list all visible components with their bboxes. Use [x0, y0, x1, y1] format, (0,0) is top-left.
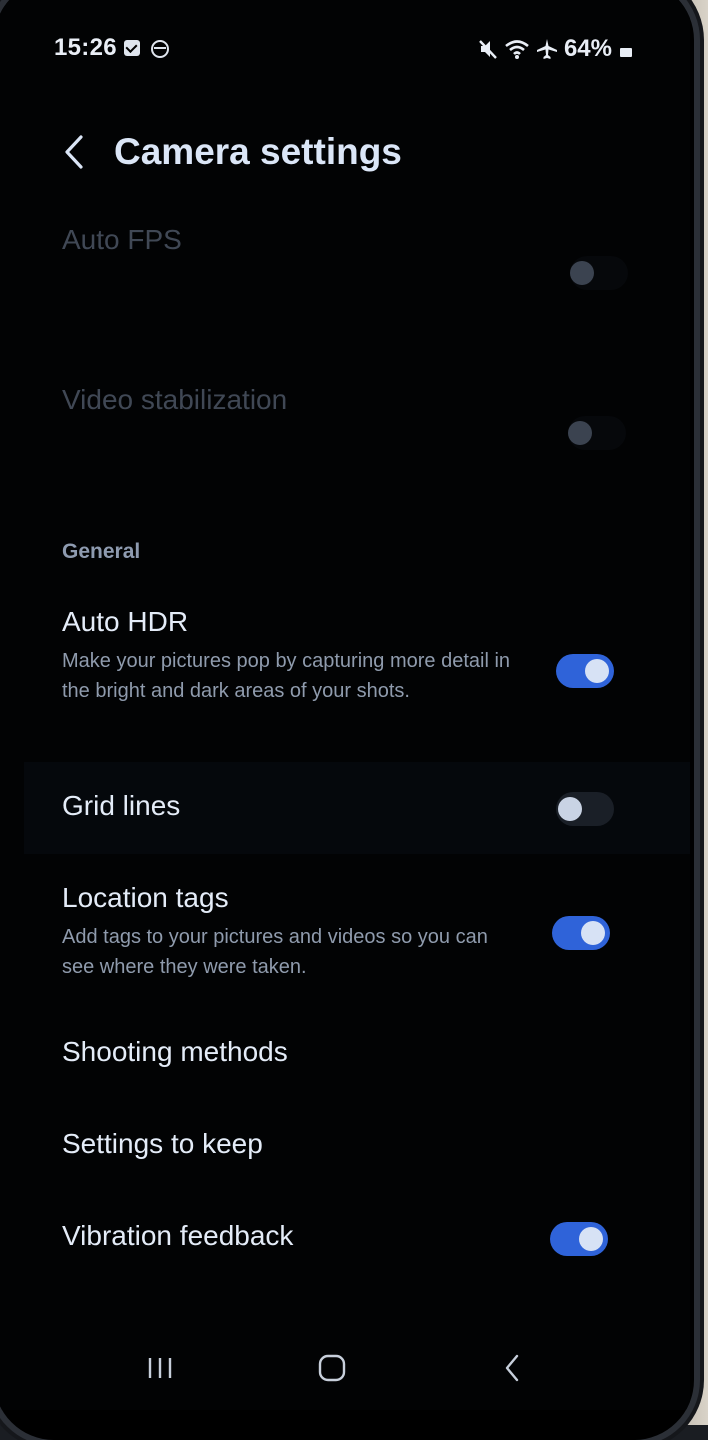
vibration-feedback-toggle[interactable]	[550, 1222, 608, 1256]
setting-title: Location tags	[62, 882, 229, 913]
setting-description: Add tags to your pictures and videos so …	[62, 926, 488, 978]
setting-video-stabilization[interactable]: Video stabilization	[0, 378, 690, 518]
setting-auto-hdr[interactable]: Auto HDR Make your pictures pop by captu…	[0, 598, 690, 748]
toggle-knob	[558, 797, 582, 821]
setting-title: Grid lines	[62, 790, 181, 821]
setting-title: Auto FPS	[62, 224, 182, 255]
auto-fps-toggle[interactable]	[570, 256, 628, 290]
auto-hdr-toggle[interactable]	[556, 654, 614, 688]
setting-settings-to-keep[interactable]: Settings to keep	[0, 1114, 690, 1186]
navigation-bar	[0, 1330, 690, 1410]
settings-list: Auto FPS Video stabilization General Aut…	[0, 0, 690, 1410]
toggle-knob	[568, 421, 592, 445]
setting-shooting-methods[interactable]: Shooting methods	[0, 1022, 690, 1094]
setting-vibration-feedback[interactable]: Vibration feedback	[0, 1204, 690, 1276]
grid-lines-toggle[interactable]	[556, 792, 614, 826]
section-header-general: General	[62, 540, 141, 563]
setting-title: Auto HDR	[62, 606, 189, 637]
home-button[interactable]	[312, 1348, 352, 1388]
toggle-knob	[581, 921, 605, 945]
toggle-knob	[585, 659, 609, 683]
home-icon	[318, 1354, 346, 1382]
setting-description: Make your pictures pop by capturing more…	[62, 650, 511, 702]
screen: 15:26 64% Camera settings Auto FPS Video…	[0, 0, 690, 1410]
setting-title: Settings to keep	[62, 1128, 263, 1159]
setting-title: Shooting methods	[62, 1036, 288, 1067]
setting-location-tags[interactable]: Location tags Add tags to your pictures …	[0, 872, 690, 1002]
location-tags-toggle[interactable]	[552, 916, 610, 950]
setting-auto-fps[interactable]: Auto FPS	[0, 218, 690, 358]
toggle-knob	[579, 1227, 603, 1251]
phone-frame: 15:26 64% Camera settings Auto FPS Video…	[0, 0, 694, 1440]
video-stabilization-toggle[interactable]	[568, 416, 626, 450]
recents-icon	[148, 1358, 172, 1378]
system-back-button[interactable]	[492, 1348, 532, 1388]
setting-grid-lines[interactable]: Grid lines	[0, 762, 690, 854]
recents-button[interactable]	[140, 1348, 180, 1388]
setting-title: Video stabilization	[62, 384, 288, 415]
toggle-knob	[570, 261, 594, 285]
setting-title: Vibration feedback	[62, 1220, 294, 1251]
back-icon	[505, 1354, 519, 1382]
